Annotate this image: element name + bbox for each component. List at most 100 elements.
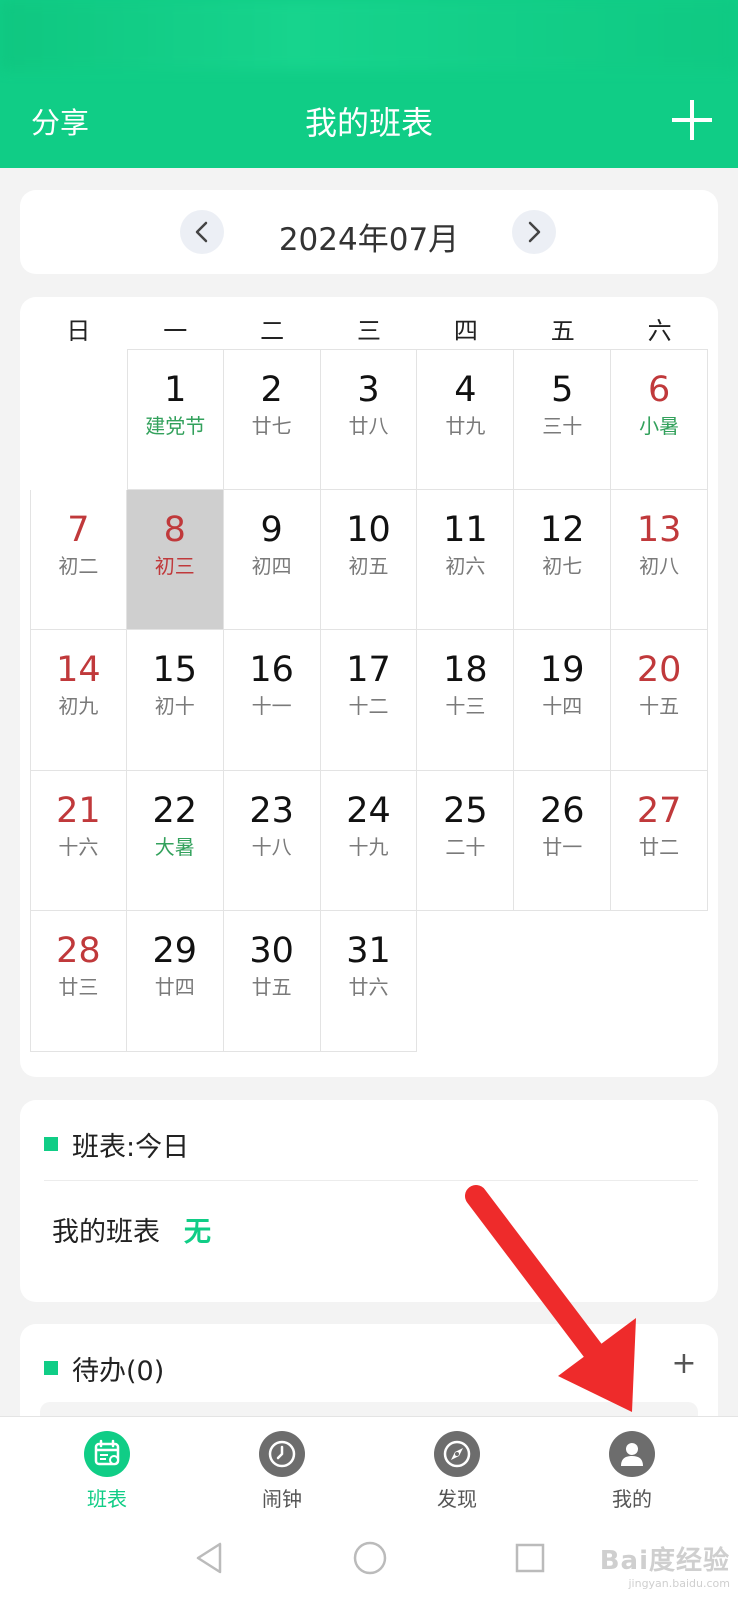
calendar-day-21[interactable]: 21 十六 [30, 770, 127, 912]
lunar-date: 廿八 [348, 414, 389, 438]
day-number: 23 [249, 790, 294, 831]
next-month-button[interactable] [512, 210, 556, 254]
day-number: 11 [443, 509, 488, 550]
weekday-header: 日 一 二 三 四 五 六 [30, 311, 708, 351]
back-triangle-icon[interactable] [190, 1538, 230, 1578]
day-number: 19 [539, 650, 585, 691]
calendar-day-2[interactable]: 2 廿七 [223, 349, 321, 490]
calendar-day-6[interactable]: 6 小暑 [611, 349, 709, 490]
weekday-label: 日 [66, 317, 91, 345]
lunar-date: 十六 [58, 834, 99, 859]
month-navigator: 2024年07月 [20, 190, 718, 274]
calendar-day-8[interactable]: 8 初三 [126, 489, 224, 631]
calendar-day-12[interactable]: 12 初七 [514, 489, 612, 631]
lunar-date: 初六 [445, 553, 486, 578]
lunar-date: 十一 [251, 694, 292, 719]
calendar-day-17[interactable]: 17 十二 [320, 630, 418, 771]
lunar-date: 廿七 [251, 414, 292, 438]
calendar-day-11[interactable]: 11 初六 [417, 489, 515, 631]
calendar-day-22[interactable]: 22 大暑 [126, 770, 224, 912]
user-icon [609, 1431, 655, 1477]
calendar-day-5[interactable]: 5 三十 [514, 349, 612, 490]
lunar-date: 十五 [639, 694, 680, 719]
lunar-date: 初四 [251, 553, 292, 578]
home-circle-icon[interactable] [350, 1538, 390, 1578]
today-row[interactable]: 我的班表 无 [52, 1210, 211, 1249]
recents-square-icon[interactable] [510, 1538, 550, 1578]
tab-discover[interactable]: 发现 [397, 1431, 517, 1517]
calendar-day-3[interactable]: 3 廿八 [320, 349, 418, 490]
today-heading-label: 班表:今日 [72, 1131, 190, 1163]
calendar-day-26[interactable]: 26 廿一 [514, 770, 612, 912]
lunar-date: 十二 [348, 694, 389, 719]
day-number: 26 [539, 790, 585, 831]
day-number: 12 [539, 509, 585, 550]
day-number: 25 [443, 790, 488, 831]
calendar-day-30[interactable]: 30 廿五 [223, 911, 321, 1052]
weekday-label: 一 [163, 317, 188, 345]
watermark-sub: jingyan.baidu.com [628, 1577, 730, 1590]
watermark-main: Bai度经验 [599, 1546, 730, 1576]
weekday-label: 六 [647, 317, 672, 345]
calendar-day-20[interactable]: 20 十五 [611, 630, 709, 771]
day-number: 10 [346, 509, 391, 550]
day-number: 21 [56, 790, 101, 831]
lunar-date: 十三 [445, 694, 486, 719]
clock-icon [259, 1431, 305, 1477]
calendar-day-1[interactable]: 1 建党节 [126, 349, 224, 490]
day-number: 22 [152, 790, 198, 831]
tab-alarm[interactable]: 闹钟 [222, 1431, 342, 1517]
calendar-day-29[interactable]: 29 廿四 [126, 911, 224, 1052]
calendar-icon [84, 1431, 130, 1477]
calendar-day-14[interactable]: 14 初九 [30, 630, 127, 771]
app-header: 分享 我的班表 [0, 0, 738, 168]
calendar-day-24[interactable]: 24 十九 [320, 770, 418, 912]
calendar-day-25[interactable]: 25 二十 [417, 770, 515, 912]
green-square-icon [44, 1361, 58, 1375]
baidu-watermark: Bai度经验 jingyan.baidu.com [560, 1540, 730, 1594]
calendar-day-18[interactable]: 18 十三 [417, 630, 515, 771]
lunar-date: 初三 [154, 553, 195, 578]
lunar-date: 十八 [251, 834, 292, 859]
lunar-date: 初五 [348, 553, 389, 578]
day-number: 28 [56, 931, 101, 972]
calendar-day-19[interactable]: 19 十四 [514, 630, 612, 771]
today-row-label: 我的班表 [52, 1217, 160, 1248]
calendar-day-7[interactable]: 7 初二 [30, 489, 127, 631]
calendar-day-28[interactable]: 28 廿三 [30, 911, 127, 1052]
day-number: 27 [636, 790, 682, 831]
lunar-date: 大暑 [154, 834, 195, 859]
todo-heading: 待办(0) [44, 1350, 164, 1387]
day-number: 8 [163, 509, 186, 550]
calendar-card: 日 一 二 三 四 五 六 1 建党节 2 廿七 3 廿八 4 廿九 5 三十 6 小暑 7 初二 8 初三 9… [20, 297, 718, 1077]
red-arrow-annotation [465, 1185, 636, 1412]
calendar-day-4[interactable]: 4 廿九 [417, 349, 515, 490]
calendar-day-10[interactable]: 10 初五 [320, 489, 418, 631]
day-number: 13 [636, 509, 682, 550]
chevron-right-icon [528, 221, 541, 243]
calendar-day-15[interactable]: 15 初十 [126, 630, 224, 771]
lunar-date: 初七 [542, 553, 583, 578]
lunar-date: 初二 [58, 553, 99, 578]
day-number: 18 [443, 650, 488, 691]
lunar-date: 廿六 [348, 975, 389, 1000]
calendar-day-16[interactable]: 16 十一 [223, 630, 321, 771]
green-square-icon [44, 1137, 58, 1151]
calendar-day-9[interactable]: 9 初四 [223, 489, 321, 631]
calendar-day-27[interactable]: 27 廿二 [611, 770, 709, 912]
weekday-label: 五 [550, 317, 575, 345]
lunar-date: 小暑 [639, 414, 680, 438]
today-row-value: 无 [184, 1217, 211, 1248]
lunar-date: 廿五 [251, 975, 292, 1000]
calendar-day-23[interactable]: 23 十八 [223, 770, 321, 912]
lunar-date: 廿二 [639, 834, 680, 859]
add-todo-button[interactable]: + [670, 1346, 698, 1382]
day-number: 7 [67, 509, 90, 550]
tab-schedule[interactable]: 班表 [47, 1431, 167, 1517]
tab-profile[interactable]: 我的 [572, 1431, 692, 1517]
calendar-day-13[interactable]: 13 初八 [611, 489, 709, 631]
plus-icon[interactable] [672, 100, 712, 140]
lunar-date: 十九 [348, 834, 389, 859]
lunar-date: 建党节 [145, 414, 206, 438]
calendar-day-31[interactable]: 31 廿六 [320, 911, 418, 1052]
